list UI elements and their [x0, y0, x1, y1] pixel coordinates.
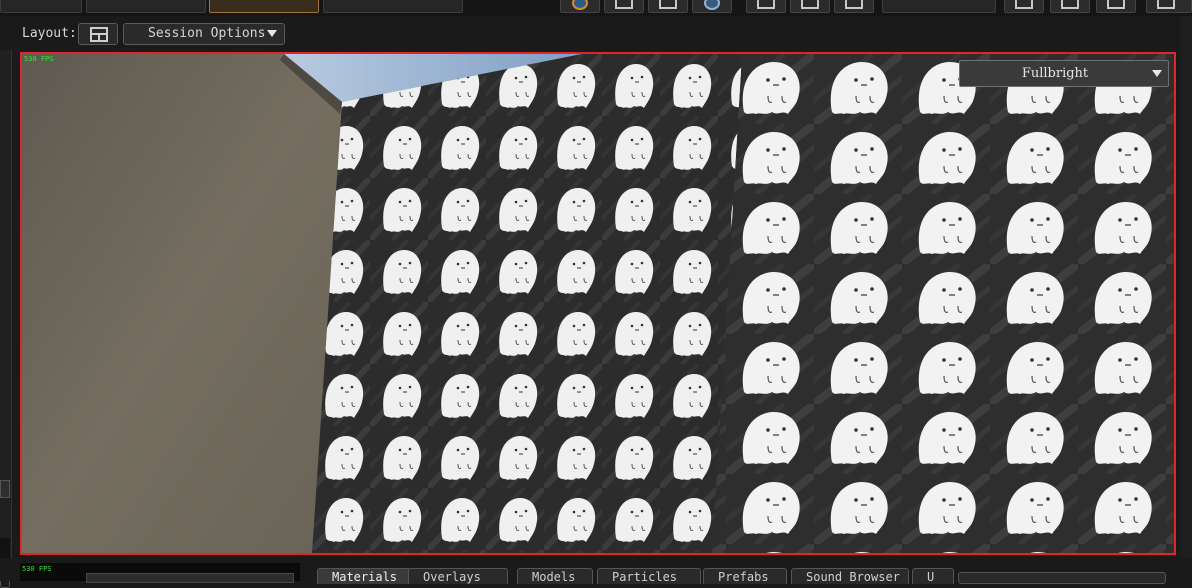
render-mode-dropdown[interactable]: Fullbright — [959, 60, 1169, 87]
left-side-panel — [0, 50, 12, 588]
render-mode-label: Fullbright — [1021, 66, 1089, 81]
cube-icon — [1061, 0, 1079, 9]
concrete-wall — [22, 54, 342, 553]
tab-sound-browser[interactable]: Sound Browser — [791, 568, 909, 584]
layout-button[interactable] — [78, 23, 118, 45]
tab-u[interactable]: U — [912, 568, 954, 584]
fps-counter: 530 FPS — [24, 55, 54, 63]
toolbar-brush-button-3[interactable] — [834, 0, 874, 13]
textured-wall-mid — [312, 54, 742, 553]
select-icon — [659, 0, 677, 9]
globe-icon — [572, 0, 588, 10]
left-panel-block — [0, 538, 10, 558]
bottom-hud-field[interactable] — [86, 573, 294, 583]
viewport-scene[interactable] — [22, 54, 1174, 553]
toolbar-model-button[interactable] — [1004, 0, 1044, 13]
tab-prefabs[interactable]: Prefabs — [703, 568, 787, 584]
toolbar-tab-4[interactable] — [323, 0, 463, 13]
brush-icon — [845, 0, 863, 9]
model-icon — [1015, 0, 1033, 9]
toolbar-select-button[interactable] — [648, 0, 688, 13]
toolbar-move-button[interactable] — [604, 0, 644, 13]
toolbar-cube-button[interactable] — [1050, 0, 1090, 13]
toolbar-tab-1[interactable] — [0, 0, 82, 13]
tab-materials[interactable]: Materials — [317, 568, 411, 584]
brush-icon — [757, 0, 775, 9]
right-side-panel — [1180, 16, 1192, 581]
bottom-search-field[interactable] — [958, 572, 1166, 584]
toolbar-hammer-button[interactable] — [1096, 0, 1136, 13]
layout-grid-icon — [90, 27, 108, 42]
layout-label: Layout: — [22, 26, 77, 41]
tab-overlays[interactable]: Overlays — [408, 568, 508, 584]
tab-particles[interactable]: Particles — [597, 568, 701, 584]
toolbar-brush-button-1[interactable] — [746, 0, 786, 13]
session-options-button[interactable]: Session Options — [123, 23, 285, 45]
3d-viewport[interactable]: 530 FPS Fullbright — [20, 52, 1176, 555]
toolbar-tab-3-active[interactable] — [209, 0, 319, 13]
layout-bar: Layout: Session Options — [18, 20, 1178, 48]
top-toolbar — [0, 0, 1192, 16]
bottom-hud — [20, 563, 300, 583]
toolbar-sphere-button[interactable] — [692, 0, 732, 13]
dropdown-triangle-icon — [1152, 70, 1162, 77]
toolbar-tab-2[interactable] — [86, 0, 206, 13]
toolbar-empty-field[interactable] — [882, 0, 996, 13]
car-icon — [1157, 0, 1175, 9]
tab-models[interactable]: Models — [517, 568, 593, 584]
bottom-fps-counter: 530 FPS — [22, 565, 52, 573]
toolbar-brush-button-2[interactable] — [790, 0, 830, 13]
toolbar-globe-button[interactable] — [560, 0, 600, 13]
toolbar-car-button[interactable] — [1146, 0, 1192, 13]
brush-icon — [801, 0, 819, 9]
hammer-icon — [1107, 0, 1125, 9]
dropdown-triangle-icon — [267, 30, 278, 37]
session-options-label: Session Options — [148, 26, 266, 41]
bottom-panel: 530 FPS Materials Overlays Models Partic… — [0, 558, 1192, 584]
sphere-icon — [704, 0, 720, 10]
textured-wall-far — [712, 54, 1174, 553]
collapse-panel-button[interactable] — [0, 480, 10, 498]
move-icon — [615, 0, 633, 9]
